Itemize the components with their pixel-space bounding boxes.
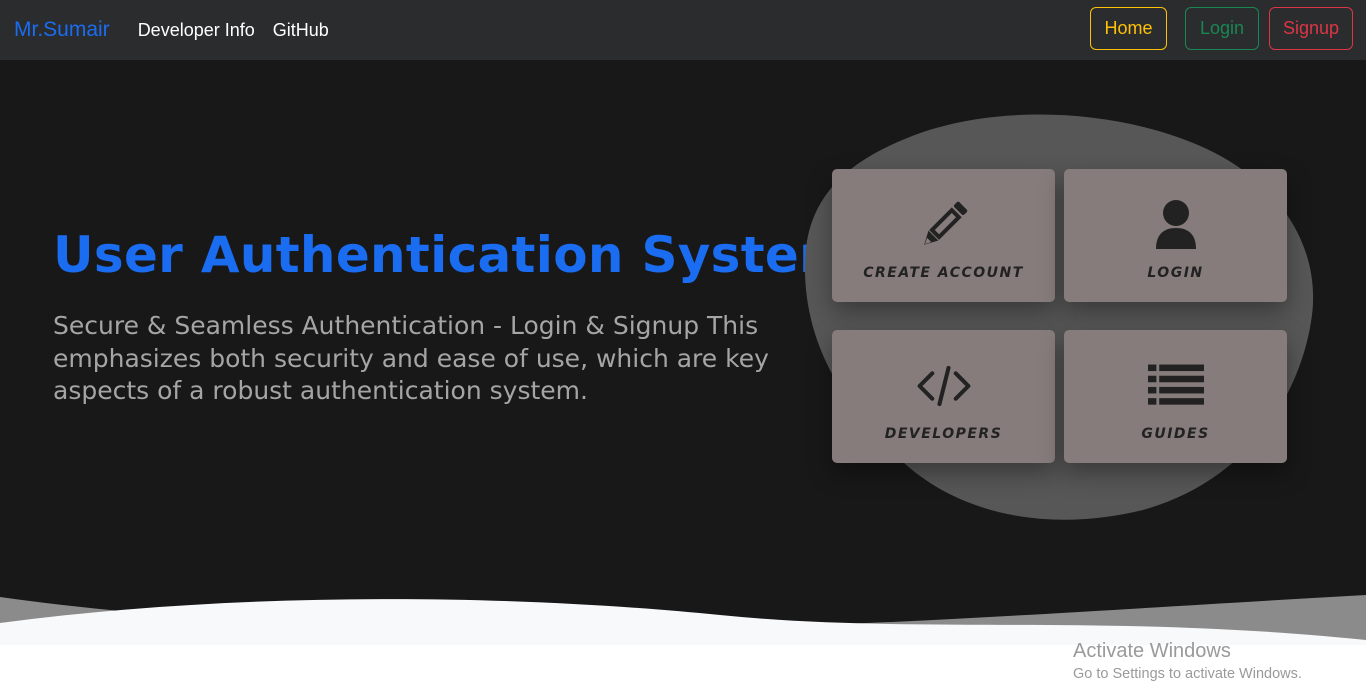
card-label: CREATE ACCOUNT <box>863 265 1024 281</box>
nav-link-github[interactable]: GitHub <box>273 20 329 41</box>
nav-buttons: Home Login Signup <box>1090 7 1353 50</box>
signup-button[interactable]: Signup <box>1269 7 1353 50</box>
hero-title: User Authentication System <box>53 226 852 284</box>
card-label: GUIDES <box>1141 426 1210 442</box>
card-guides[interactable]: GUIDES <box>1064 330 1287 463</box>
card-label: LOGIN <box>1147 265 1204 281</box>
hero-subtitle: Secure & Seamless Authentication - Login… <box>53 311 769 405</box>
activate-windows-watermark: Activate Windows Go to Settings to activ… <box>1073 640 1302 682</box>
card-developers[interactable]: DEVELOPERS <box>832 330 1055 463</box>
login-button[interactable]: Login <box>1185 7 1259 50</box>
pencil-icon <box>916 197 972 253</box>
card-login[interactable]: LOGIN <box>1064 169 1287 302</box>
home-button[interactable]: Home <box>1090 7 1167 50</box>
hero-section: User Authentication System Secure & Seam… <box>0 60 1366 645</box>
code-icon <box>916 358 972 414</box>
card-create-account[interactable]: CREATE ACCOUNT <box>832 169 1055 302</box>
brand-link[interactable]: Mr.Sumair <box>14 18 110 42</box>
list-icon <box>1147 358 1204 414</box>
watermark-subtitle: Go to Settings to activate Windows. <box>1073 666 1302 682</box>
navbar: Mr.Sumair Developer Info GitHub Home Log… <box>0 0 1366 60</box>
nav-link-developer-info[interactable]: Developer Info <box>138 20 255 41</box>
watermark-title: Activate Windows <box>1073 640 1231 662</box>
user-icon <box>1148 197 1204 253</box>
card-label: DEVELOPERS <box>884 426 1003 442</box>
